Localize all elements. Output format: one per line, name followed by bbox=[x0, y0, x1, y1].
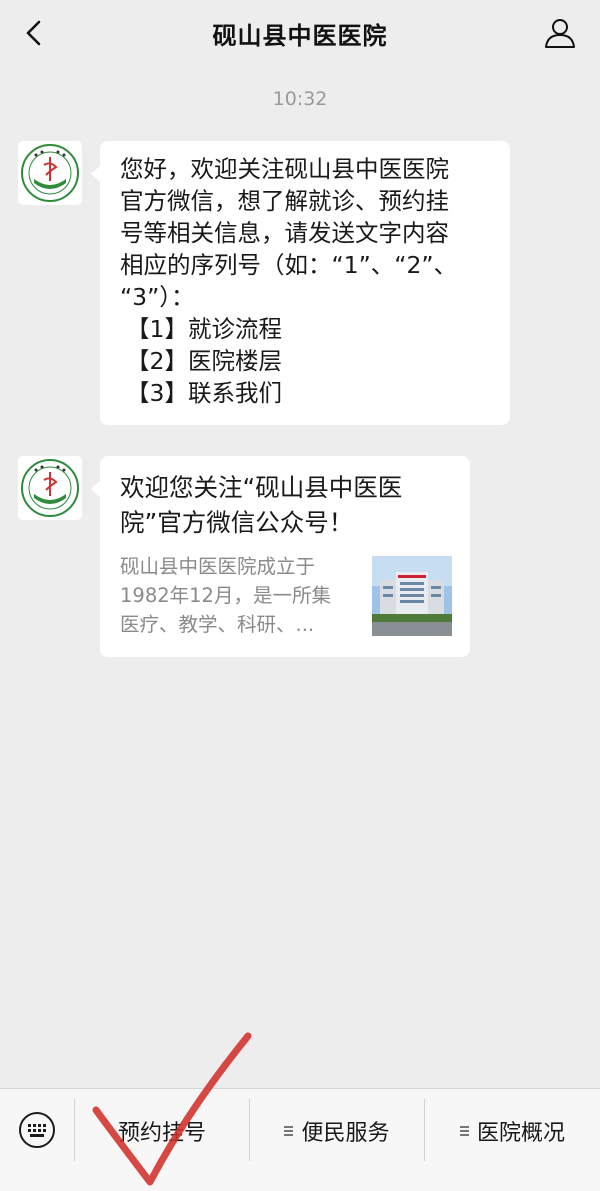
menu-services-button[interactable]: 便民服务 bbox=[250, 1089, 424, 1173]
welcome-line: 号等相关信息，请发送文字内容 bbox=[120, 219, 449, 247]
menu-option-3: 【3】联系我们 bbox=[126, 379, 282, 407]
submenu-list-icon bbox=[284, 1125, 294, 1137]
back-button[interactable] bbox=[18, 17, 50, 49]
menu-option-2: 【2】医院楼层 bbox=[126, 347, 282, 375]
submenu-list-icon bbox=[459, 1125, 469, 1137]
welcome-line: 相应的序列号（如：“1”、“2”、 bbox=[120, 251, 458, 279]
hospital-logo-icon bbox=[21, 144, 79, 202]
message-timestamp: 10:32 bbox=[272, 88, 328, 110]
menu-option-1: 【1】就诊流程 bbox=[126, 315, 282, 343]
article-card[interactable]: 欢迎您关注“砚山县中医医 院”官方微信公众号！ 砚山县中医医院成立于 1982年… bbox=[91, 456, 470, 657]
article-title-line: 欢迎您关注“砚山县中医医 bbox=[120, 473, 403, 502]
article-body: 砚山县中医医院成立于 1982年12月，是一所集 医疗、教学、科研、... bbox=[120, 552, 452, 639]
welcome-line: “3”）： bbox=[120, 283, 195, 311]
article-desc-line: 1982年12月，是一所集 bbox=[120, 584, 331, 607]
chevron-left-icon bbox=[26, 20, 41, 46]
nav-header: 砚山县中医医院 bbox=[0, 0, 600, 66]
menu-label: 医院概况 bbox=[476, 1121, 565, 1146]
article-desc-line: 砚山县中医医院成立于 bbox=[120, 555, 316, 578]
page-title: 砚山县中医医院 bbox=[212, 21, 388, 50]
welcome-line: 您好，欢迎关注砚山县中医医院 bbox=[120, 155, 449, 183]
menu-label: 预约挂号 bbox=[117, 1121, 206, 1146]
article-description: 砚山县中医医院成立于 1982年12月，是一所集 医疗、教学、科研、... bbox=[120, 552, 358, 639]
welcome-bubble: 您好，欢迎关注砚山县中医医院 官方微信，想了解就诊、预约挂 号等相关信息，请发送… bbox=[91, 141, 510, 425]
hospital-building-thumbnail bbox=[372, 556, 452, 636]
article-desc-line: 医疗、教学、科研、... bbox=[120, 613, 315, 636]
bottom-menu-bar: 预约挂号 便民服务 医院概况 bbox=[0, 1088, 600, 1191]
keyboard-toggle-button[interactable] bbox=[18, 1111, 56, 1149]
welcome-line: 官方微信，想了解就诊、预约挂 bbox=[120, 187, 449, 215]
profile-button[interactable] bbox=[542, 15, 578, 51]
article-title-line: 院”官方微信公众号！ bbox=[120, 508, 354, 537]
hospital-avatar[interactable] bbox=[18, 141, 82, 205]
menu-overview-button[interactable]: 医院概况 bbox=[425, 1089, 600, 1173]
hospital-logo-icon bbox=[21, 459, 79, 517]
article-title: 欢迎您关注“砚山县中医医 院”官方微信公众号！ bbox=[120, 470, 452, 540]
hospital-avatar[interactable] bbox=[18, 456, 82, 520]
menu-appointment-button[interactable]: 预约挂号 bbox=[75, 1089, 249, 1173]
person-icon bbox=[545, 19, 575, 48]
keyboard-icon bbox=[19, 1112, 55, 1148]
menu-label: 便民服务 bbox=[301, 1121, 390, 1146]
